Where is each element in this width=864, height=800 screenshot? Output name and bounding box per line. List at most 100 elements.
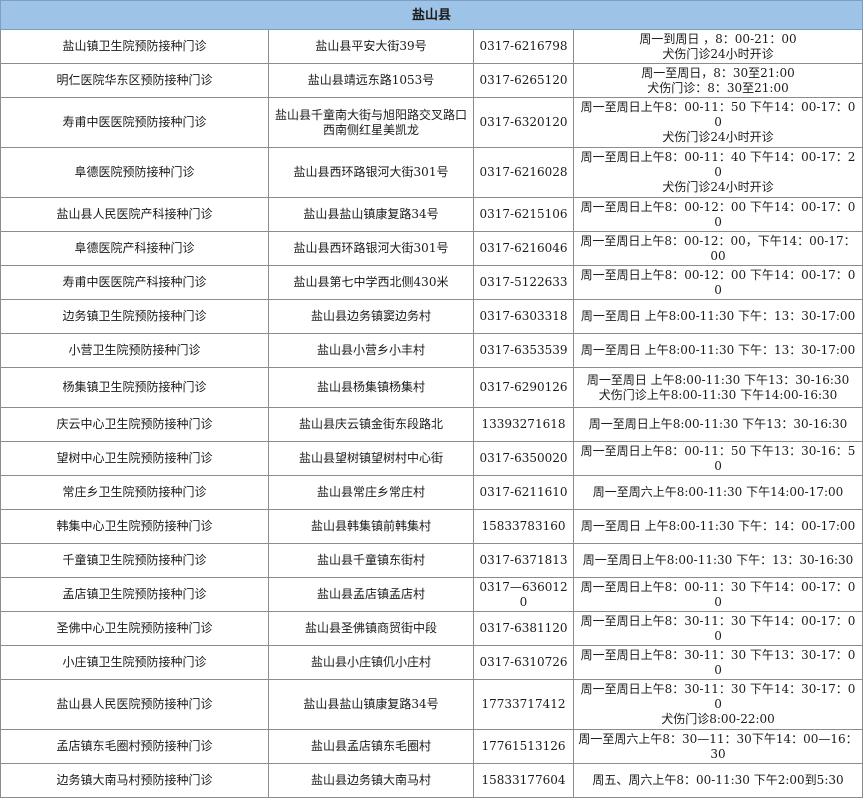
clinic-address: 盐山县望树镇望树村中心街 [268, 441, 474, 476]
clinic-name: 韩集中心卫生院预防接种门诊 [0, 509, 269, 544]
clinic-name: 孟店镇卫生院预防接种门诊 [0, 577, 269, 612]
clinic-phone: 0317-6303318 [473, 299, 574, 334]
table-row: 盐山县人民医院产科接种门诊 盐山县盐山镇康复路34号 0317-6215106 周一至… [0, 197, 864, 232]
clinic-address: 盐山县盐山镇康复路34号 [268, 679, 474, 730]
clinic-hours: 周一到周日 ，8：00-21：00 犬伤门诊24小时开诊 [572, 29, 864, 64]
clinic-name: 盐山镇卫生院预防接种门诊 [0, 29, 269, 64]
clinic-hours: 周一至周日上午8：30-11：30 下午14：30-17：00 犬伤门诊8:00… [572, 679, 864, 730]
clinic-phone: 13393271618 [473, 407, 574, 442]
clinic-hours: 周一至周日上午8：00-12：00，下午14：00-17：00 [572, 231, 864, 266]
clinic-address: 盐山县边务镇窦边务村 [268, 299, 474, 334]
clinic-hours-text: 周一至周日上午8：30-11：30 下午14：00-17：00 [580, 613, 856, 643]
clinic-hours: 周一至周日，8：30至21:00 犬伤门诊：8：30至21:00 [572, 63, 864, 98]
clinic-hours-text: 周一至周日上午8：00-11：50 下午14：00-17：00 犬伤门诊24小时… [580, 100, 856, 144]
table-row: 盐山镇卫生院预防接种门诊 盐山县平安大街39号 0317-6216798 周一到周日 … [0, 29, 864, 64]
clinic-hours-text: 周一至周日上午8：00-11：30 下午14：00-17：00 [580, 579, 856, 609]
clinic-phone: 0317-6216046 [473, 231, 574, 266]
table-row: 边务镇卫生院预防接种门诊 盐山县边务镇窦边务村 0317-6303318 周一至周日 … [0, 299, 864, 334]
table-row: 小庄镇卫生院预防接种门诊 盐山县小庄镇仉小庄村 0317-6310726 周一至周日上… [0, 645, 864, 680]
clinic-address: 盐山县靖远东路1053号 [268, 63, 474, 98]
table-row: 庆云中心卫生院预防接种门诊 盐山县庆云镇金街东段路北 13393271618 周一至周… [0, 407, 864, 442]
clinic-phone: 0317-6381120 [473, 611, 574, 646]
clinic-hours-text: 周一至周日上午8：30-11：30 下午14：30-17：00 犬伤门诊8:00… [580, 682, 856, 726]
clinic-hours-text: 周一至周日 上午8:00-11:30 下午13：30-16:30 犬伤门诊上午8… [586, 372, 850, 402]
table-row: 明仁医院华东区预防接种门诊 盐山县靖远东路1053号 0317-6265120 周一至… [0, 63, 864, 98]
clinic-phone: 0317-6215106 [473, 197, 574, 232]
clinic-name: 小庄镇卫生院预防接种门诊 [0, 645, 269, 680]
clinic-name: 千童镇卫生院预防接种门诊 [0, 543, 269, 578]
clinic-address: 盐山县平安大街39号 [268, 29, 474, 64]
clinic-hours-text: 周一至周日上午8：00-12：00 下午14：00-17：00 [580, 267, 856, 297]
clinic-address: 盐山县圣佛镇商贸街中段 [268, 611, 474, 646]
clinic-hours-text: 周一至周六上午8:00-11:30 下午14:00-17:00 [592, 485, 844, 499]
clinic-hours: 周一至周六上午8：30—11：30下午14：00—16：30 [572, 729, 864, 764]
clinic-address: 盐山县庆云镇金街东段路北 [268, 407, 474, 442]
clinic-name: 孟店镇东毛圈村预防接种门诊 [0, 729, 269, 764]
clinic-phone: 0317—6360120 [473, 577, 574, 612]
clinic-hours-text: 周一到周日 ，8：00-21：00 犬伤门诊24小时开诊 [639, 31, 797, 61]
clinic-phone: 17733717412 [473, 679, 574, 730]
clinic-name: 寿甫中医医院产科接种门诊 [0, 265, 269, 300]
clinic-name: 杨集镇卫生院预防接种门诊 [0, 367, 269, 408]
clinic-phone: 0317-6371813 [473, 543, 574, 578]
clinic-hours: 周一至周日 上午8:00-11:30 下午：13：30-17:00 [572, 333, 864, 368]
clinic-address: 盐山县西环路银河大街301号 [268, 231, 474, 266]
clinic-phone: 0317-6353539 [473, 333, 574, 368]
clinic-phone: 0317-6216028 [473, 147, 574, 198]
clinic-address: 盐山县第七中学西北侧430米 [268, 265, 474, 300]
clinic-hours-text: 周一至周日 上午8:00-11:30 下午：13：30-17:00 [580, 343, 856, 357]
clinic-phone: 0317-6265120 [473, 63, 574, 98]
clinic-address: 盐山县常庄乡常庄村 [268, 475, 474, 510]
table-row: 常庄乡卫生院预防接种门诊 盐山县常庄乡常庄村 0317-6211610 周一至周六上午… [0, 475, 864, 510]
clinic-hours-text: 周一至周日上午8:00-11:30 下午13：30-16:30 [588, 417, 848, 431]
clinic-name: 盐山县人民医院产科接种门诊 [0, 197, 269, 232]
clinic-hours: 周一至周日上午8：00-11：50 下午13：30-16：50 [572, 441, 864, 476]
clinic-phone: 17761513126 [473, 729, 574, 764]
table-row: 孟店镇卫生院预防接种门诊 盐山县孟店镇孟店村 0317—6360120 周一至周日上午… [0, 577, 864, 612]
clinic-hours: 周一至周日上午8：00-11：40 下午14：00-17：20 犬伤门诊24小时… [572, 147, 864, 198]
clinic-hours-text: 周一至周六上午8：30—11：30下午14：00—16：30 [578, 731, 858, 761]
clinic-hours: 周一至周日上午8：30-11：30 下午13：30-17：00 [572, 645, 864, 680]
table-row: 千童镇卫生院预防接种门诊 盐山县千童镇东街村 0317-6371813 周一至周日上午… [0, 543, 864, 578]
clinic-address: 盐山县盐山镇康复路34号 [268, 197, 474, 232]
clinic-hours-text: 周一至周日 上午8:00-11:30 下午：13：30-17:00 [580, 309, 856, 323]
clinic-name: 明仁医院华东区预防接种门诊 [0, 63, 269, 98]
clinic-name: 边务镇大南马村预防接种门诊 [0, 763, 269, 798]
clinic-name: 圣佛中心卫生院预防接种门诊 [0, 611, 269, 646]
clinic-hours: 周一至周六上午8:00-11:30 下午14:00-17:00 [572, 475, 864, 510]
clinic-hours-text: 周一至周日上午8：00-11：40 下午14：00-17：20 犬伤门诊24小时… [580, 150, 856, 194]
clinic-hours-text: 周一至周日上午8:00-11:30 下午：13：30-16:30 [582, 553, 854, 567]
table-row: 韩集中心卫生院预防接种门诊 盐山县韩集镇前韩集村 15833783160 周一至周日 … [0, 509, 864, 544]
vaccination-clinic-table: 盐山县 盐山镇卫生院预防接种门诊 盐山县平安大街39号 0317-6216798 周一… [0, 0, 864, 798]
clinic-name: 小营卫生院预防接种门诊 [0, 333, 269, 368]
table-row: 望树中心卫生院预防接种门诊 盐山县望树镇望树村中心街 0317-6350020 周一至… [0, 441, 864, 476]
clinic-name: 常庄乡卫生院预防接种门诊 [0, 475, 269, 510]
clinic-hours: 周一至周日上午8:00-11:30 下午：13：30-16:30 [572, 543, 864, 578]
clinic-address: 盐山县孟店镇孟店村 [268, 577, 474, 612]
clinic-hours: 周五、周六上午8：00-11:30 下午2:00到5:30 [572, 763, 864, 798]
clinic-hours-text: 周一至周日 上午8:00-11:30 下午：14：00-17:00 [580, 519, 856, 533]
clinic-name: 望树中心卫生院预防接种门诊 [0, 441, 269, 476]
table-row: 寿甫中医医院预防接种门诊 盐山县千童南大街与旭阳路交叉路口西南侧红星美凯龙 0317… [0, 97, 864, 148]
clinic-name: 阜德医院产科接种门诊 [0, 231, 269, 266]
clinic-address: 盐山县边务镇大南马村 [268, 763, 474, 798]
clinic-address: 盐山县小营乡小丰村 [268, 333, 474, 368]
table-row: 孟店镇东毛圈村预防接种门诊 盐山县孟店镇东毛圈村 17761513126 周一至周六上… [0, 729, 864, 764]
clinic-hours-text: 周一至周日上午8：00-11：50 下午13：30-16：50 [580, 443, 856, 473]
clinic-hours: 周一至周日上午8：30-11：30 下午14：00-17：00 [572, 611, 864, 646]
table-row: 小营卫生院预防接种门诊 盐山县小营乡小丰村 0317-6353539 周一至周日 上午… [0, 333, 864, 368]
clinic-address: 盐山县韩集镇前韩集村 [268, 509, 474, 544]
clinic-name: 寿甫中医医院预防接种门诊 [0, 97, 269, 148]
clinic-hours: 周一至周日上午8：00-11：30 下午14：00-17：00 [572, 577, 864, 612]
clinic-address: 盐山县西环路银河大街301号 [268, 147, 474, 198]
clinic-name: 庆云中心卫生院预防接种门诊 [0, 407, 269, 442]
clinic-phone: 0317-6216798 [473, 29, 574, 64]
clinic-phone: 0317-6310726 [473, 645, 574, 680]
table-row: 边务镇大南马村预防接种门诊 盐山县边务镇大南马村 15833177604 周五、周六上… [0, 763, 864, 798]
clinic-hours-text: 周一至周日上午8：30-11：30 下午13：30-17：00 [580, 647, 856, 677]
clinic-hours: 周一至周日上午8：00-11：50 下午14：00-17：00 犬伤门诊24小时… [572, 97, 864, 148]
clinic-hours-text: 周一至周日上午8：00-12：00，下午14：00-17：00 [580, 233, 856, 263]
clinic-phone: 0317-6211610 [473, 475, 574, 510]
region-title: 盐山县 [0, 0, 864, 30]
clinic-hours-text: 周五、周六上午8：00-11:30 下午2:00到5:30 [592, 773, 844, 787]
